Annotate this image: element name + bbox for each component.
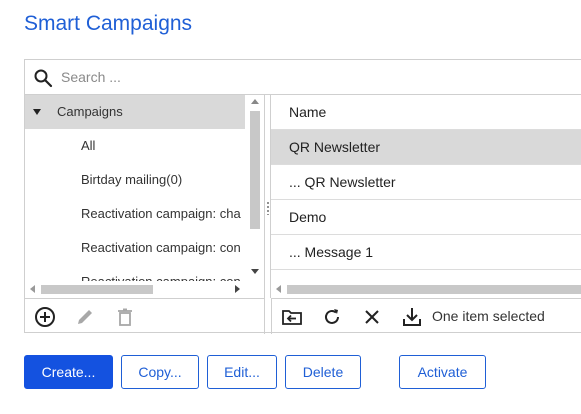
- tree-item-label: Birtday mailing(0): [81, 172, 183, 187]
- add-circle-icon[interactable]: [34, 306, 56, 328]
- tree-item[interactable]: Reactivation campaign: con: [25, 231, 245, 265]
- create-button[interactable]: Create...: [24, 355, 113, 389]
- page-title: Smart Campaigns: [24, 12, 193, 35]
- tree-item[interactable]: All: [25, 129, 245, 163]
- scroll-right-icon[interactable]: [235, 285, 240, 293]
- scrollbar-thumb[interactable]: [287, 285, 581, 294]
- column-header-name[interactable]: Name: [271, 95, 581, 130]
- edit-button[interactable]: Edit...: [207, 355, 277, 389]
- tree-item[interactable]: Reactivation campaign: cha: [25, 197, 245, 231]
- tree-item[interactable]: Reactivation campaign: con: [25, 265, 245, 281]
- search-icon: [33, 68, 53, 88]
- list-row[interactable]: Demo: [271, 200, 581, 235]
- list-horizontal-scrollbar[interactable]: [271, 281, 581, 297]
- scroll-left-icon[interactable]: [30, 285, 35, 293]
- activate-button[interactable]: Activate: [399, 355, 486, 389]
- download-icon[interactable]: [401, 306, 423, 328]
- tree-item-label: Reactivation campaign: con: [81, 265, 245, 281]
- copy-button[interactable]: Copy...: [121, 355, 199, 389]
- tree-node-label: Campaigns: [57, 104, 123, 119]
- close-icon[interactable]: [361, 306, 383, 328]
- list-row[interactable]: ... Message 1: [271, 235, 581, 270]
- tree-item-label: Reactivation campaign: cha: [81, 206, 241, 221]
- scroll-up-icon[interactable]: [251, 99, 259, 104]
- tree-node-campaigns[interactable]: Campaigns: [25, 95, 245, 129]
- scroll-down-icon[interactable]: [251, 269, 259, 274]
- campaign-list: Name QR Newsletter ... QR Newsletter Dem…: [271, 95, 581, 298]
- pencil-icon[interactable]: [74, 306, 96, 328]
- campaign-browser-panel: Campaigns All Birtday mailing(0) Reactiv…: [24, 59, 581, 334]
- tree-item-label: Reactivation campaign: con: [81, 240, 241, 255]
- list-toolbar: One item selected: [271, 298, 581, 334]
- delete-button[interactable]: Delete: [285, 355, 361, 389]
- tree-item-label: All: [81, 138, 96, 153]
- scroll-left-icon[interactable]: [276, 285, 281, 293]
- move-folder-icon[interactable]: [281, 306, 303, 328]
- tree-vertical-scrollbar[interactable]: [247, 95, 263, 281]
- search-input[interactable]: [61, 66, 461, 88]
- scrollbar-thumb[interactable]: [250, 111, 260, 229]
- tree-toolbar: [25, 298, 265, 334]
- list-row[interactable]: QR Newsletter: [271, 130, 581, 165]
- search-bar: [25, 60, 581, 95]
- refresh-icon[interactable]: [321, 306, 343, 328]
- tree-item[interactable]: Birtday mailing(0): [25, 163, 245, 197]
- grip-icon[interactable]: [266, 201, 270, 215]
- campaign-tree: Campaigns All Birtday mailing(0) Reactiv…: [25, 95, 265, 298]
- scrollbar-thumb[interactable]: [41, 285, 153, 294]
- selection-status: One item selected: [432, 308, 545, 324]
- caret-down-icon[interactable]: [33, 109, 41, 115]
- trash-icon[interactable]: [114, 306, 136, 328]
- tree-horizontal-scrollbar[interactable]: [25, 281, 247, 297]
- list-row[interactable]: ... QR Newsletter: [271, 165, 581, 200]
